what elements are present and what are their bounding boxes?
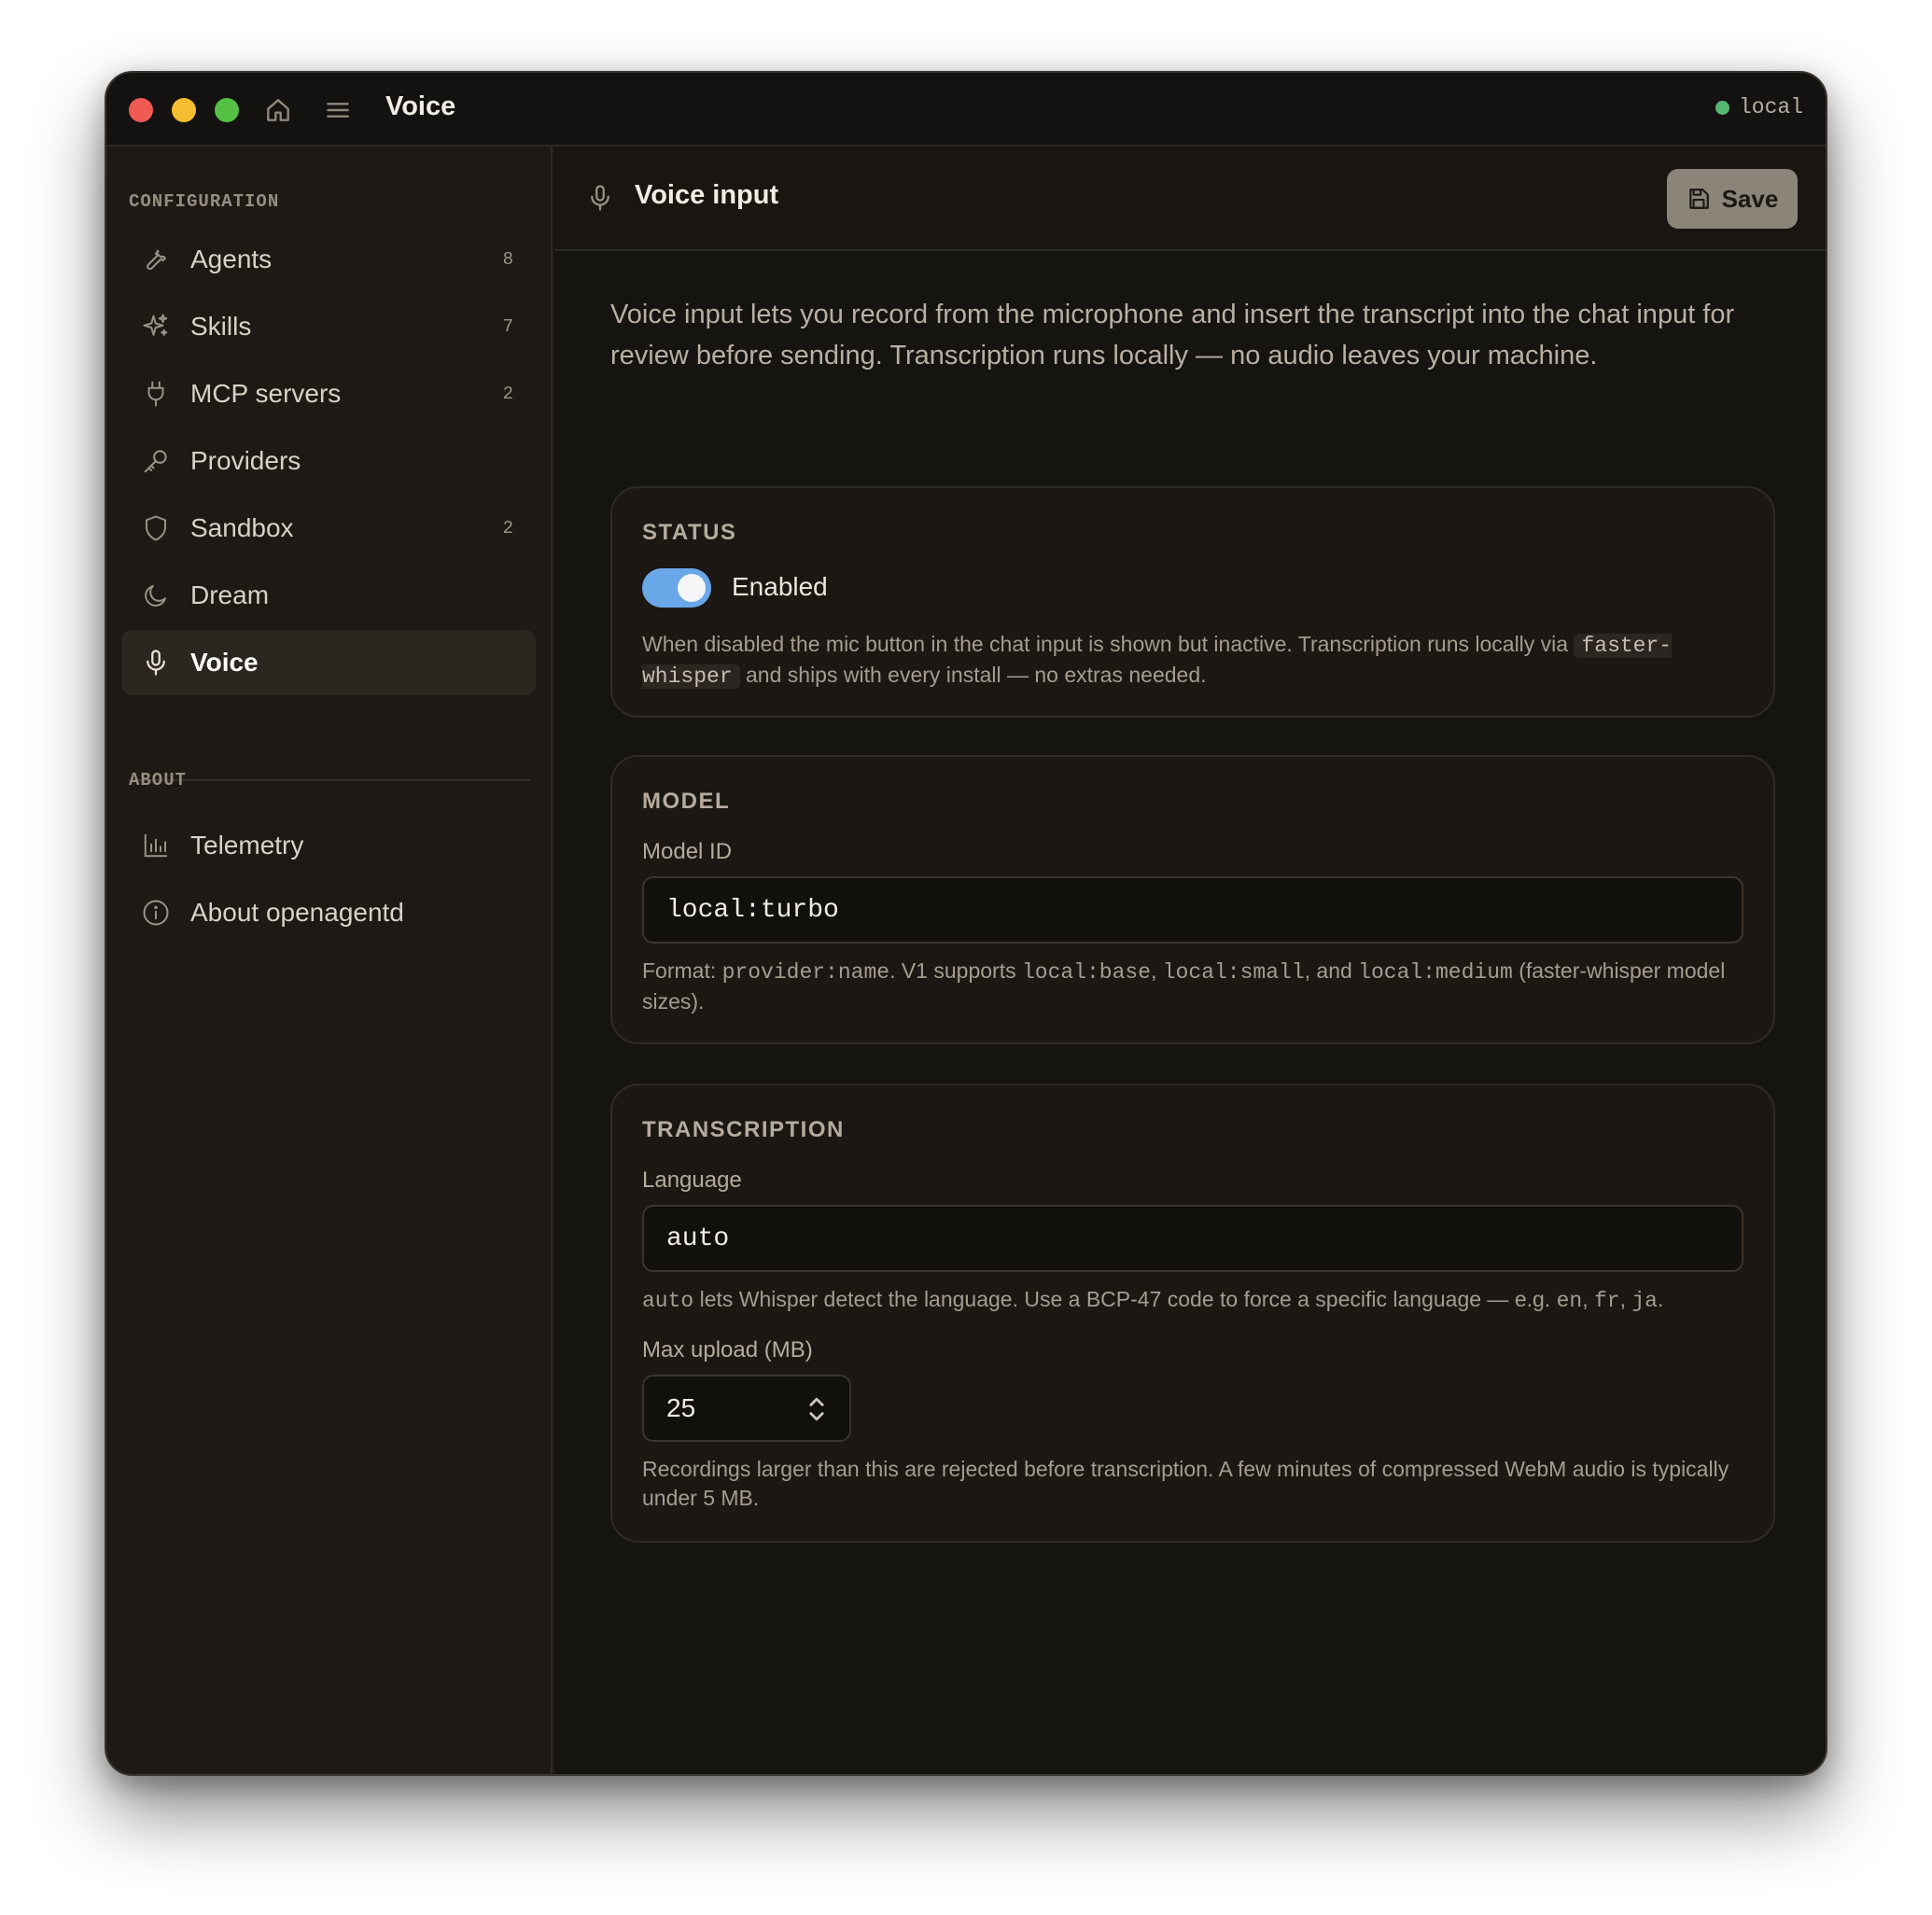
sidebar-item-label: Sandbox [190,513,294,542]
model-card: MODEL Model ID Format: provider:name. V1… [610,755,1775,1044]
help-text: . V1 supports [889,958,1022,983]
sidebar-item-telemetry[interactable]: Telemetry [121,813,536,878]
wrench-icon [147,249,166,271]
sidebar-item-label: MCP servers [190,379,342,408]
save-button-label: Save [1721,184,1779,213]
sidebar-item-label: Providers [190,446,301,475]
plug-icon [147,381,164,407]
sidebar-item-label: Agents [190,245,273,273]
status-help-text: When disabled the mic button in the chat… [642,630,1743,692]
sidebar-item-label: Dream [190,580,270,609]
model-help-text: Format: provider:name. V1 supports local… [642,957,1743,1016]
language-help-text: auto lets Whisper detect the language. U… [642,1285,1743,1316]
title-bar: Voice local [106,73,1826,147]
code-text: local:base [1021,960,1152,985]
toggle-label: Enabled [732,572,828,601]
code-text: fr [1593,1289,1620,1313]
help-text: Format: [642,958,722,983]
sidebar-item-count: 2 [502,384,513,404]
window-title: Voice [385,91,456,121]
sidebar-item-sandbox[interactable]: Sandbox 2 [121,496,536,561]
sidebar-item-count: 7 [502,316,513,337]
model-id-input[interactable] [642,876,1743,944]
info-icon [143,900,169,926]
sidebar-item-skills[interactable]: Skills 7 [121,294,536,359]
transcription-card: TRANSCRIPTION Language auto lets Whisper… [610,1083,1775,1543]
intro-text: Voice input lets you record from the mic… [610,300,1735,370]
sidebar-item-label: Voice [190,648,259,677]
help-text: , and [1304,958,1359,983]
section-label-configuration: CONFIGURATION [129,191,280,212]
home-icon[interactable] [263,95,293,125]
language-label: Language [642,1167,742,1193]
sidebar-item-mcp-servers[interactable]: MCP servers 2 [121,361,536,426]
sparkles-icon [143,314,168,336]
sidebar-item-about[interactable]: About openagentd [121,880,536,945]
code-text: local:medium [1358,960,1513,985]
code-text: auto [642,1289,694,1313]
toggle-knob [678,574,706,602]
stepper-arrows-icon[interactable] [806,1393,827,1425]
help-text: , [1582,1287,1594,1311]
sidebar-item-count: 8 [502,249,513,270]
sidebar-item-dream[interactable]: Dream [121,563,536,628]
enabled-toggle[interactable] [642,568,711,608]
code-text: local:small [1162,960,1305,985]
card-title: MODEL [642,789,731,814]
connection-label: local [1738,95,1803,119]
menu-icon[interactable] [323,95,353,125]
microphone-icon [591,185,609,211]
code-text: en [1556,1289,1583,1313]
maximize-window-button[interactable] [215,98,239,122]
sidebar-item-agents[interactable]: Agents 8 [121,227,536,292]
sidebar-item-label: Telemetry [190,831,304,860]
max-upload-help-text: Recordings larger than this are rejected… [642,1457,1729,1510]
help-text: , [1619,1287,1632,1311]
status-dot-icon [1715,100,1729,115]
microphone-icon [147,650,165,676]
sidebar-item-voice[interactable]: Voice [121,630,536,695]
page-title: Voice input [635,180,779,210]
max-upload-input[interactable]: 25 [642,1375,851,1442]
code-text: provider:name [721,960,890,985]
sidebar-item-providers[interactable]: Providers [121,428,536,494]
code-text: ja [1631,1289,1658,1313]
help-text: When disabled the mic button in the chat… [642,632,1575,656]
model-id-label: Model ID [642,839,733,864]
language-input[interactable] [642,1205,1743,1272]
close-window-button[interactable] [129,98,153,122]
help-text: lets Whisper detect the language. Use a … [693,1287,1557,1311]
max-upload-value: 25 [666,1393,696,1422]
sidebar-item-label: Skills [190,312,252,341]
sidebar-item-label: About openagentd [190,898,404,927]
save-button[interactable]: Save [1667,169,1798,229]
sidebar-item-count: 2 [502,518,513,538]
main-panel: Voice input Save Voice input lets you re… [554,147,1826,1774]
help-text: and ships with every install — no extras… [739,663,1207,687]
card-title: TRANSCRIPTION [642,1117,845,1142]
section-label-about: ABOUT [129,770,187,798]
sidebar: CONFIGURATION Agents 8 Skills 7 MCP serv… [106,147,553,1774]
minimize-window-button[interactable] [172,98,196,122]
help-text: , [1151,958,1163,983]
max-upload-label: Max upload (MB) [642,1337,813,1363]
status-card: STATUS Enabled When disabled the mic but… [610,486,1775,718]
save-icon [1688,189,1709,209]
help-text: . [1657,1287,1664,1311]
bar-chart-icon [144,833,168,858]
shield-icon [146,515,166,541]
section-label-about-text: ABOUT [129,770,188,790]
key-icon [144,450,167,473]
main-header: Voice input Save [554,147,1826,251]
app-window: Voice local CONFIGURATION Agents 8 Skill… [105,71,1827,1776]
sidebar-divider [129,779,530,781]
card-title: STATUS [642,520,737,545]
moon-icon [145,585,166,607]
connection-status: local [1715,95,1803,119]
